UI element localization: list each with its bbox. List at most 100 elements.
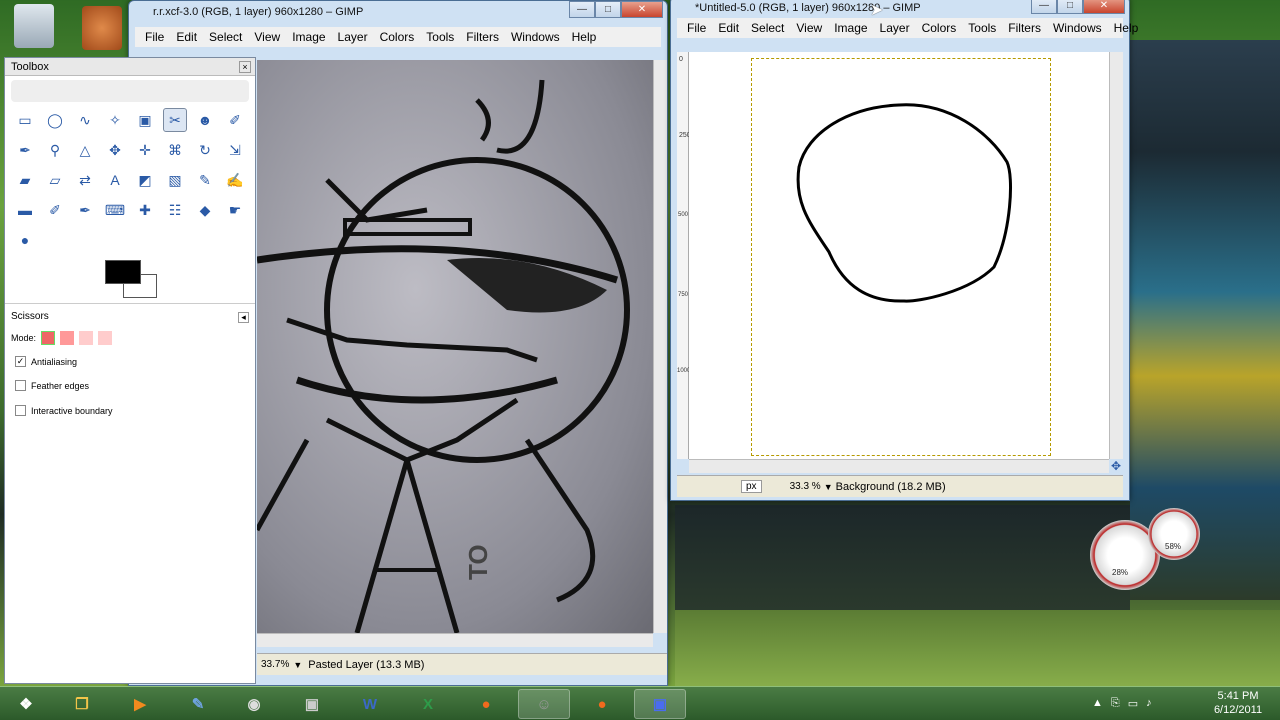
heal-icon[interactable]: ✚ — [133, 198, 157, 222]
menu-tools[interactable]: Tools — [962, 21, 1002, 35]
zoom-icon[interactable]: ⚲ — [43, 138, 67, 162]
menu-select[interactable]: Select — [203, 30, 248, 44]
free-select-icon[interactable]: ∿ — [73, 108, 97, 132]
menu-filters[interactable]: Filters — [460, 30, 505, 44]
excel-icon[interactable]: X — [402, 689, 454, 719]
word-icon[interactable]: W — [344, 689, 396, 719]
menu-filters[interactable]: Filters — [1002, 21, 1047, 35]
close-button[interactable]: ✕ — [1083, 0, 1125, 14]
smudge-icon[interactable]: ☛ — [223, 198, 247, 222]
color-select-icon[interactable]: ▣ — [133, 108, 157, 132]
minimize-button[interactable]: — — [569, 1, 595, 18]
color-picker-icon[interactable]: ✒ — [13, 138, 37, 162]
clock[interactable]: 5:41 PM 6/12/2011 — [1205, 689, 1271, 717]
paintbrush-icon[interactable]: ✍ — [223, 168, 247, 192]
menu-colors[interactable]: Colors — [916, 21, 963, 35]
clone-icon[interactable]: ⌨ — [103, 198, 127, 222]
recycle-bin-icon[interactable] — [14, 4, 54, 48]
move-icon[interactable]: ✥ — [103, 138, 127, 162]
option-feather-edges[interactable]: Feather edges — [15, 380, 89, 391]
menu-layer[interactable]: Layer — [874, 21, 916, 35]
panel-menu-icon[interactable]: ◂ — [238, 312, 249, 323]
menu-windows[interactable]: Windows — [505, 30, 566, 44]
unit-selector[interactable]: px — [741, 480, 762, 493]
pencil-icon[interactable]: ✎ — [193, 168, 217, 192]
airbrush-icon[interactable]: ✐ — [43, 198, 67, 222]
menu-layer[interactable]: Layer — [332, 30, 374, 44]
dodge-burn-icon[interactable]: ● — [13, 228, 37, 252]
paths-icon[interactable]: ✐ — [223, 108, 247, 132]
tray-arrow-icon[interactable]: ▲ — [1092, 697, 1103, 710]
text-icon[interactable]: A — [103, 168, 127, 192]
menu-file[interactable]: File — [139, 30, 170, 44]
menu-image[interactable]: Image — [286, 30, 331, 44]
blur-icon[interactable]: ◆ — [193, 198, 217, 222]
zoom-level[interactable]: 33.3 % — [762, 481, 821, 492]
perspective-icon[interactable]: ▱ — [43, 168, 67, 192]
flip-icon[interactable]: ⇄ — [73, 168, 97, 192]
option-interactive-boundary[interactable]: Interactive boundary — [15, 405, 113, 416]
menu-edit[interactable]: Edit — [712, 21, 745, 35]
rotate-icon[interactable]: ↻ — [193, 138, 217, 162]
minimize-button[interactable]: — — [1031, 0, 1057, 14]
ink-icon[interactable]: ✒ — [73, 198, 97, 222]
tray-power-icon[interactable]: ▭ — [1128, 697, 1138, 710]
menu-view[interactable]: View — [248, 30, 286, 44]
scale-icon[interactable]: ⇲ — [223, 138, 247, 162]
vertical-scrollbar-left[interactable] — [653, 60, 667, 633]
app-shortcut-icon[interactable] — [82, 6, 122, 50]
menu-windows[interactable]: Windows — [1047, 21, 1108, 35]
explorer-icon[interactable]: ❐ — [56, 689, 108, 719]
camera-icon[interactable]: ▣ — [286, 689, 338, 719]
start-orb-icon[interactable]: ❖ — [0, 689, 52, 719]
foreground-select-icon[interactable]: ☻ — [193, 108, 217, 132]
dropdown-icon[interactable]: ▼ — [293, 660, 302, 670]
tray-network-icon[interactable]: ⎘ — [1111, 697, 1120, 710]
maximize-button[interactable]: □ — [1057, 0, 1083, 14]
mode-subtract-icon[interactable] — [79, 331, 94, 345]
bucket-fill-icon[interactable]: ◩ — [133, 168, 157, 192]
gimp-icon[interactable]: ☺ — [518, 689, 570, 719]
zoom-level[interactable]: 33.7% — [257, 659, 293, 670]
measure-icon[interactable]: △ — [73, 138, 97, 162]
navigate-icon[interactable]: ✥ — [1111, 459, 1121, 473]
mode-add-icon[interactable] — [60, 331, 75, 345]
tray-volume-icon[interactable]: ♪ — [1146, 697, 1152, 710]
menu-image[interactable]: Image — [828, 21, 873, 35]
gimp-window-right[interactable]: *Untitled-5.0 (RGB, 1 layer) 960x1280 – … — [670, 0, 1138, 501]
menu-tools[interactable]: Tools — [420, 30, 460, 44]
mode-replace-icon[interactable] — [41, 331, 56, 345]
menu-edit[interactable]: Edit — [170, 30, 203, 44]
close-button[interactable]: ✕ — [621, 1, 663, 18]
perspective-clone-icon[interactable]: ☷ — [163, 198, 187, 222]
ellipse-select-icon[interactable]: ◯ — [43, 108, 67, 132]
image-canvas-right[interactable] — [689, 52, 1109, 459]
webcam-icon[interactable]: ◉ — [228, 689, 280, 719]
interactive-boundary-checkbox[interactable] — [15, 405, 26, 416]
menu-file[interactable]: File — [681, 21, 712, 35]
antialiasing-checkbox[interactable]: ✓ — [15, 356, 26, 367]
menu-help[interactable]: Help — [566, 30, 603, 44]
fuzzy-select-icon[interactable]: ✧ — [103, 108, 127, 132]
horizontal-scrollbar-right[interactable] — [689, 459, 1109, 473]
media-player-icon[interactable]: ▶ — [114, 689, 166, 719]
align-icon[interactable]: ✛ — [133, 138, 157, 162]
crop-icon[interactable]: ⌘ — [163, 138, 187, 162]
vertical-scrollbar-right[interactable] — [1109, 52, 1123, 459]
toolbox-close-icon[interactable]: × — [239, 61, 251, 73]
dropdown-icon[interactable]: ▼ — [821, 482, 836, 492]
maximize-button[interactable]: □ — [595, 1, 621, 18]
menu-colors[interactable]: Colors — [374, 30, 421, 44]
rect-select-icon[interactable]: ▭ — [13, 108, 37, 132]
image-canvas-left[interactable]: TO — [257, 60, 653, 633]
horizontal-scrollbar-left[interactable] — [257, 633, 653, 647]
menu-help[interactable]: Help — [1108, 21, 1145, 35]
firefox-icon[interactable]: ● — [460, 689, 512, 719]
shear-icon[interactable]: ▰ — [13, 168, 37, 192]
app-icon[interactable]: ▣ — [634, 689, 686, 719]
firefox-icon[interactable]: ● — [576, 689, 628, 719]
menu-select[interactable]: Select — [745, 21, 790, 35]
feather-checkbox[interactable] — [15, 380, 26, 391]
menu-view[interactable]: View — [790, 21, 828, 35]
option-antialiasing[interactable]: ✓ Antialiasing — [15, 356, 77, 367]
